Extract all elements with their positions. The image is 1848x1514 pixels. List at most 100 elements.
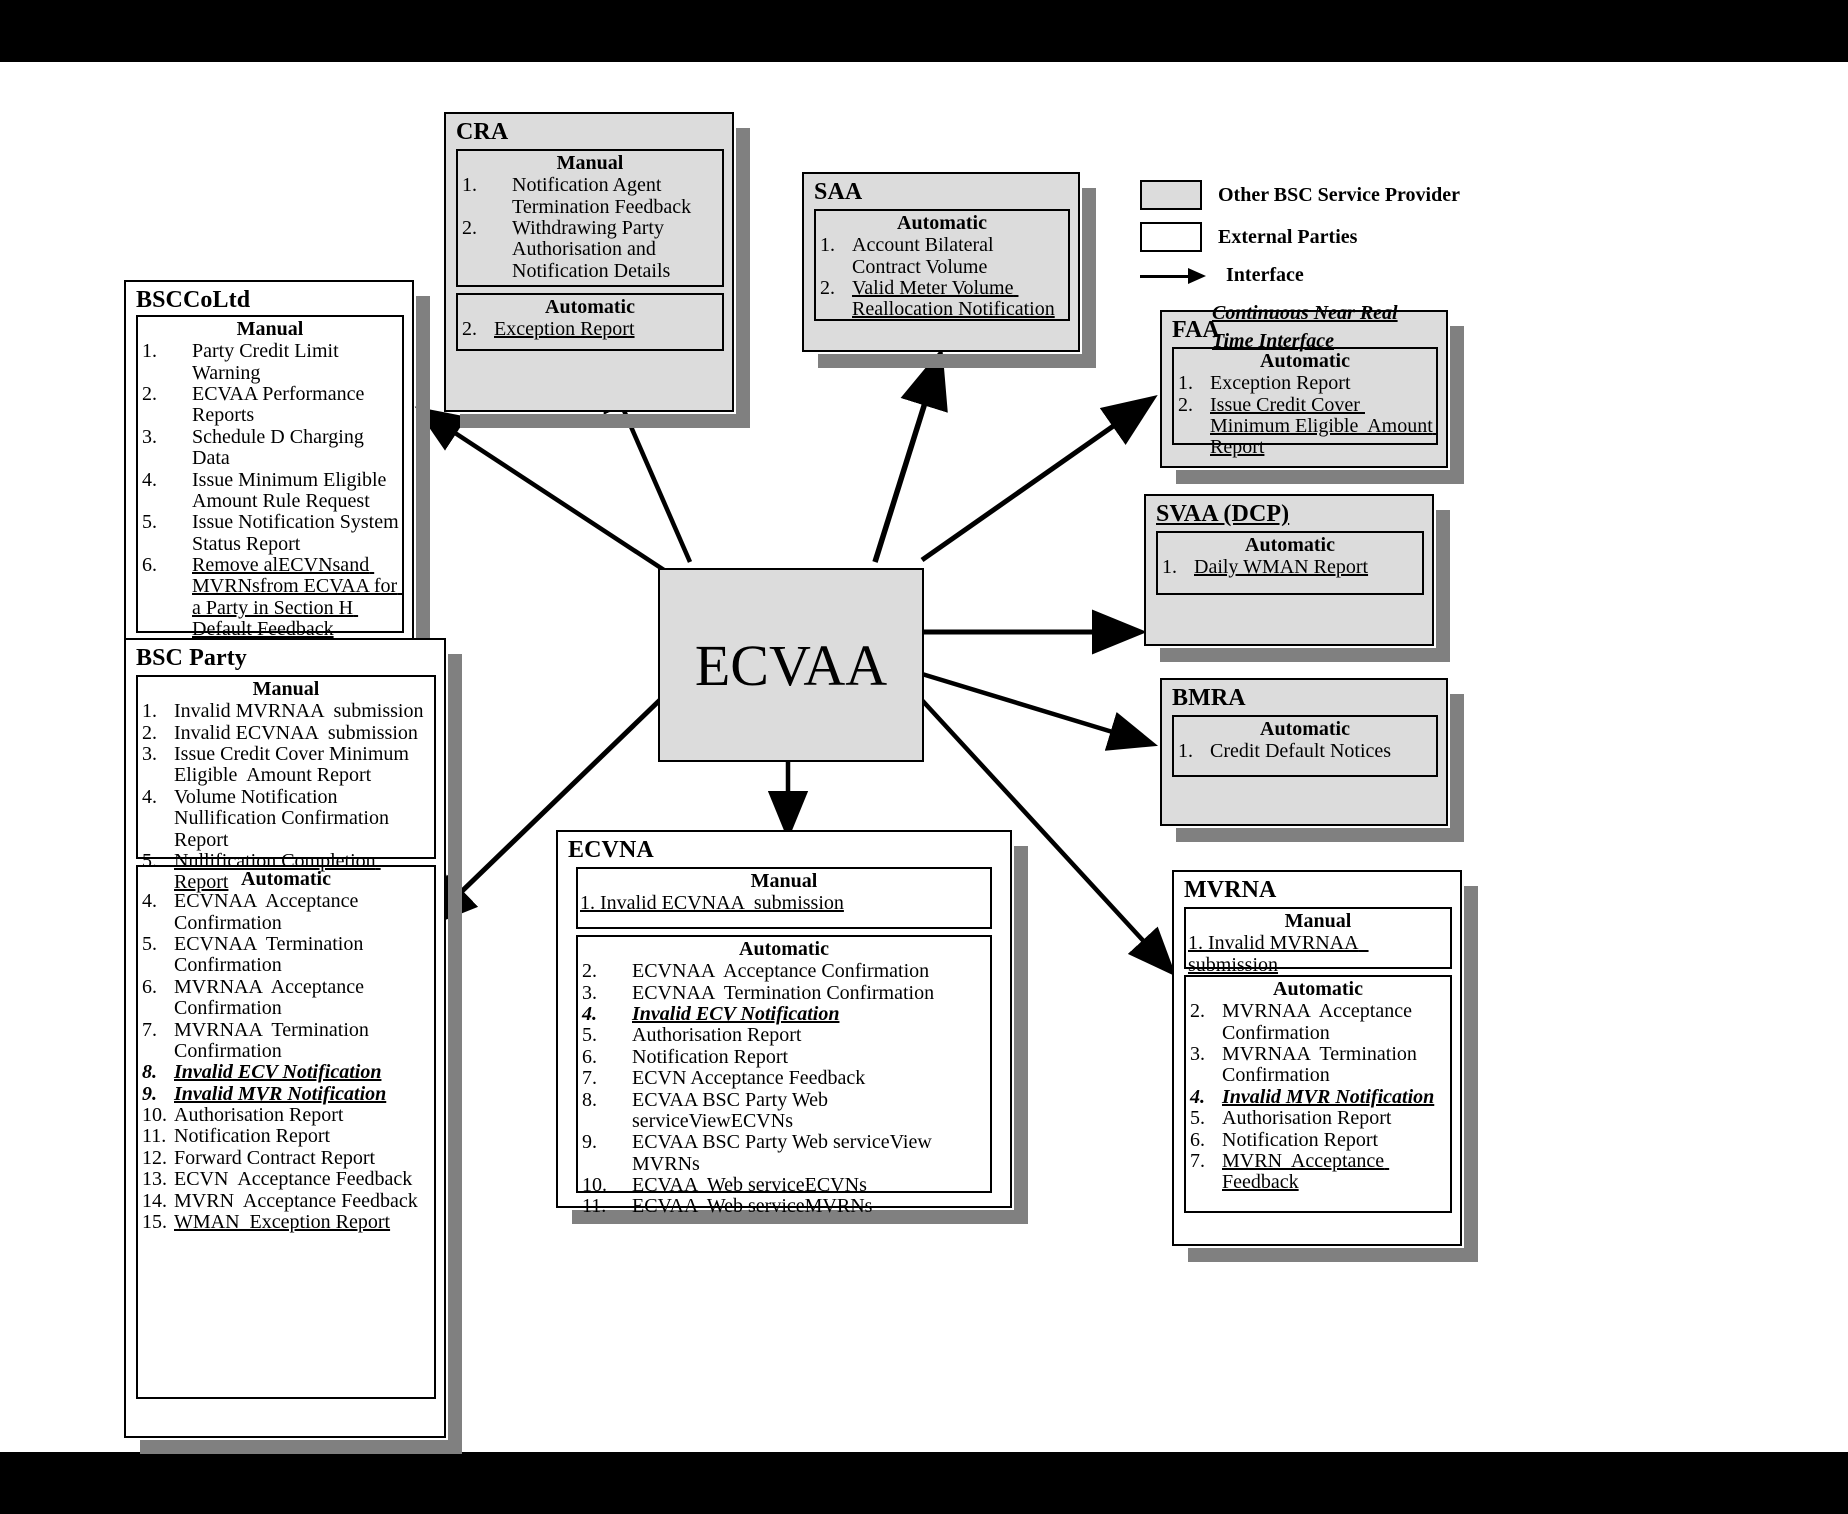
list-item: 3. ECVNAA Termination Confirmation xyxy=(582,981,935,1004)
section-items: 1. Invalid MVRNAA submission xyxy=(1188,932,1448,976)
node-bscparty-title: BSC Party xyxy=(136,645,247,671)
list-item: 8. ECVAA BSC Party Web serviceViewECVNs xyxy=(582,1088,834,1132)
node-bmra-section-automatic: Automatic 1. Credit Default Notices xyxy=(1172,715,1438,778)
list-item: 2. MVRNAA Acceptance Confirmation xyxy=(1190,1000,1417,1044)
section-items: 1. Account Bilateral Contract Volume 2. Va… xyxy=(818,234,1066,321)
section-head: Manual xyxy=(252,678,320,701)
list-item: 4. Volume Notification Nullification Conf… xyxy=(142,785,394,851)
list-item: 1. Notification Agent Termination Feedbac… xyxy=(462,174,692,218)
section-items: 1. Daily WMAN Report xyxy=(1160,556,1420,579)
list-item: 8. Invalid ECV Notification xyxy=(142,1061,382,1084)
diagram-canvas: ECVAA Other BSC Service Provider Externa… xyxy=(0,0,1848,1514)
list-item: 10. ECVAA Web serviceECVNs xyxy=(582,1174,867,1197)
list-item: 7. MVRN Acceptance Feedback xyxy=(1190,1149,1390,1194)
list-item: 2. ECVNAA Acceptance Confirmation xyxy=(582,960,930,983)
list-item: 1. Account Bilateral Contract Volume xyxy=(820,234,1004,278)
node-ecvaa-label: ECVAA xyxy=(694,632,888,698)
section-head: Automatic xyxy=(545,296,635,319)
node-mvrna[interactable]: MVRNA Manual 1. Invalid MVRNAA submissio… xyxy=(1172,870,1478,1262)
node-ecvna-section-manual: Manual 1. Invalid ECVNAA submission xyxy=(576,867,992,930)
list-item: 2. Valid Meter Volume Reallocation Notifi… xyxy=(820,276,1055,321)
node-bscparty[interactable]: BSC Party Manual 1. Invalid MVRNAA submis… xyxy=(124,638,462,1454)
list-item: 5. Authorisation Report xyxy=(1190,1107,1392,1130)
list-item: 4. ECVNAA Acceptance Confirmation xyxy=(142,890,364,934)
node-cra-title: CRA xyxy=(456,119,509,145)
node-faa-section-automatic: Automatic 1. Exception Report 2. Issue Cre… xyxy=(1172,347,1438,458)
legend: Other BSC Service Provider External Part… xyxy=(1140,180,1610,355)
list-item: 3. MVRNAA Termination Confirmation xyxy=(1190,1042,1422,1087)
arrow-ecvaa-saa xyxy=(872,347,948,563)
node-svaa[interactable]: SVAA (DCP) Automatic 1. Daily WMAN Report xyxy=(1144,494,1450,662)
list-item: 4. Invalid MVR Notification xyxy=(1190,1085,1435,1108)
list-item: 7. ECVN Acceptance Feedback xyxy=(582,1067,866,1090)
section-items: 4. ECVNAA Acceptance Confirmation 5. ECVNA… xyxy=(140,890,432,1234)
node-cra[interactable]: CRA Manual 1. Notification Agent Terminat… xyxy=(444,112,750,428)
node-svaa-title: SVAA (DCP) xyxy=(1156,501,1290,527)
section-head: Manual xyxy=(1284,910,1352,933)
arrow-ecvaa-bmra xyxy=(921,671,1159,751)
node-bscparty-section-automatic: Automatic 4. ECVNAA Acceptance Confirmati… xyxy=(136,865,436,1400)
node-ecvaa[interactable]: ECVAA xyxy=(658,568,924,762)
node-bsccoltd[interactable]: BSCCoLtd Manual 1. Party Credit Limit War… xyxy=(124,280,430,668)
section-head: Automatic xyxy=(1260,718,1350,741)
legend-label-interface: Interface xyxy=(1226,264,1304,286)
list-item: 9. Invalid MVR Notification xyxy=(142,1082,387,1105)
section-head: Manual xyxy=(236,318,304,341)
list-item: 6. Notification Report xyxy=(582,1045,789,1068)
section-head: Automatic xyxy=(897,212,987,235)
list-item: 11. ECVAA Web serviceMVRNs xyxy=(582,1195,873,1218)
list-item: 6. MVRNAA Acceptance Confirmation xyxy=(142,975,369,1020)
list-item: 1. Invalid MVRNAA submission xyxy=(1188,932,1369,976)
list-item: 2. Exception Report xyxy=(462,318,635,341)
legend-row-interface: Interface xyxy=(1140,264,1610,287)
list-item: 3. Issue Credit Cover Minimum Eligible Am… xyxy=(142,742,414,787)
list-item: 1. Daily WMAN Report xyxy=(1162,556,1369,579)
node-bsccoltd-section-manual: Manual 1. Party Credit Limit Warning 2. EC… xyxy=(136,315,404,640)
legend-swatch-external-icon xyxy=(1140,222,1202,252)
list-item: 2. Withdrawing Party Authorisation and No… xyxy=(462,216,671,282)
legend-label-external: External Parties xyxy=(1218,225,1358,248)
list-item: 6. Remove alECVNsand MVRNsfrom ECVAA for … xyxy=(142,554,403,641)
list-item: 11. Notification Report xyxy=(142,1125,331,1148)
list-item: 12. Forward Contract Report xyxy=(142,1146,376,1169)
list-item: 2. ECVAA Performance Reports xyxy=(142,382,370,427)
arrow-ecvaa-bsccoltd xyxy=(414,406,666,572)
node-ecvna-section-automatic: Automatic 2. ECVNAA Acceptance Confirmati… xyxy=(576,935,992,1217)
section-head: Manual xyxy=(750,870,818,893)
node-mvrna-title: MVRNA xyxy=(1184,877,1277,903)
list-item: 1. Invalid ECVNAA submission xyxy=(580,892,844,915)
list-item: 1. Exception Report xyxy=(1178,372,1351,395)
node-saa[interactable]: SAA Automatic 1. Account Bilateral Contra… xyxy=(802,172,1096,368)
section-items: 1. Party Credit Limit Warning 2. ECVAA Per… xyxy=(140,340,404,641)
list-item: 5. ECVNAA Termination Confirmation xyxy=(142,932,369,977)
list-item: 13. ECVN Acceptance Feedback xyxy=(142,1168,413,1191)
list-item: 15. WMAN Exception Report xyxy=(142,1211,391,1234)
legend-label-continuous-line2: Time Interface xyxy=(1212,330,1335,352)
list-item: 2. Issue Credit Cover Minimum Eligible Am… xyxy=(1178,393,1438,459)
node-saa-section-automatic: Automatic 1. Account Bilateral Contract V… xyxy=(814,209,1070,322)
list-item: 3. Schedule D Charging Data xyxy=(142,425,369,470)
list-item: 6. Notification Report xyxy=(1190,1128,1379,1151)
node-bsccoltd-title: BSCCoLtd xyxy=(136,287,251,313)
legend-label-provider: Other BSC Service Provider xyxy=(1218,183,1460,206)
legend-label-continuous-line1: Continuous Near Real xyxy=(1212,302,1398,324)
node-bmra-title: BMRA xyxy=(1172,685,1246,711)
list-item: 4. Issue Minimum Eligible Amount Rule Req… xyxy=(142,468,391,512)
section-head: Manual xyxy=(556,152,624,175)
list-item: 1. Credit Default Notices xyxy=(1178,740,1392,763)
list-item: 5. Authorisation Report xyxy=(582,1024,802,1047)
legend-swatch-provider-icon xyxy=(1140,180,1202,210)
list-item: 2. Invalid ECVNAA submission xyxy=(142,721,418,744)
list-item: 1. Invalid MVRNAA submission xyxy=(142,700,424,723)
node-bscparty-section-manual: Manual 1. Invalid MVRNAA submission 2. Inv… xyxy=(136,675,436,893)
section-items: 1. Invalid ECVNAA submission xyxy=(580,892,988,915)
list-item: 5. Issue Notification System Status Repor… xyxy=(142,511,404,555)
arrow-ecvaa-faa xyxy=(920,394,1158,563)
node-ecvna[interactable]: ECVNA Manual 1. Invalid ECVNAA submissio… xyxy=(556,830,1028,1224)
node-bmra[interactable]: BMRA Automatic 1. Credit Default Notices xyxy=(1160,678,1464,842)
node-cra-section-automatic: Automatic 2. Exception Report xyxy=(456,293,724,352)
list-item: 1. Party Credit Limit Warning xyxy=(142,340,344,384)
node-mvrna-section-manual: Manual 1. Invalid MVRNAA submission xyxy=(1184,907,1452,975)
section-items: 1. Exception Report 2. Issue Credit Cover … xyxy=(1176,372,1438,459)
legend-row-external: External Parties xyxy=(1140,222,1610,252)
